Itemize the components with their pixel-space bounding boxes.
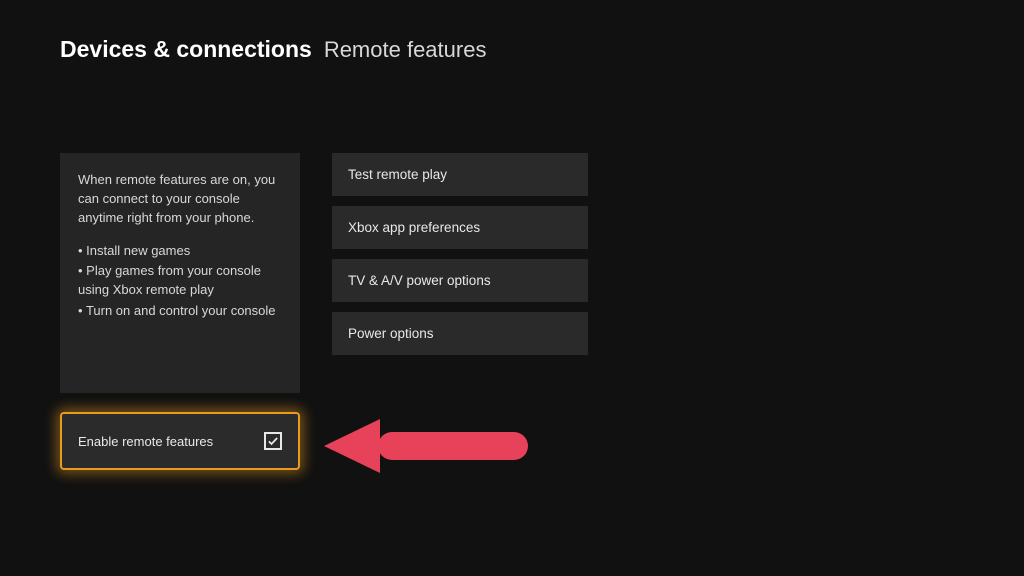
info-bullet: Install new games [78, 242, 282, 261]
menu-item-test-remote-play[interactable]: Test remote play [332, 153, 588, 196]
info-bullet: Turn on and control your console [78, 302, 282, 321]
breadcrumb-secondary: Remote features [324, 37, 487, 63]
enable-remote-features-toggle[interactable]: Enable remote features [60, 412, 300, 470]
content-area: When remote features are on, you can con… [0, 63, 1024, 393]
info-bullet-list: Install new games Play games from your c… [78, 242, 282, 321]
breadcrumb-primary: Devices & connections [60, 36, 312, 63]
menu-item-xbox-app-preferences[interactable]: Xbox app preferences [332, 206, 588, 249]
info-intro-text: When remote features are on, you can con… [78, 171, 282, 228]
annotation-arrow-icon [324, 415, 534, 482]
menu-item-tv-av-power-options[interactable]: TV & A/V power options [332, 259, 588, 302]
enable-label: Enable remote features [78, 434, 213, 449]
info-bullet: Play games from your console using Xbox … [78, 262, 282, 300]
menu-item-power-options[interactable]: Power options [332, 312, 588, 355]
info-panel: When remote features are on, you can con… [60, 153, 300, 393]
page-header: Devices & connections Remote features [0, 0, 1024, 63]
menu-list: Test remote play Xbox app preferences TV… [332, 153, 588, 355]
checkbox-checked-icon [264, 432, 282, 450]
